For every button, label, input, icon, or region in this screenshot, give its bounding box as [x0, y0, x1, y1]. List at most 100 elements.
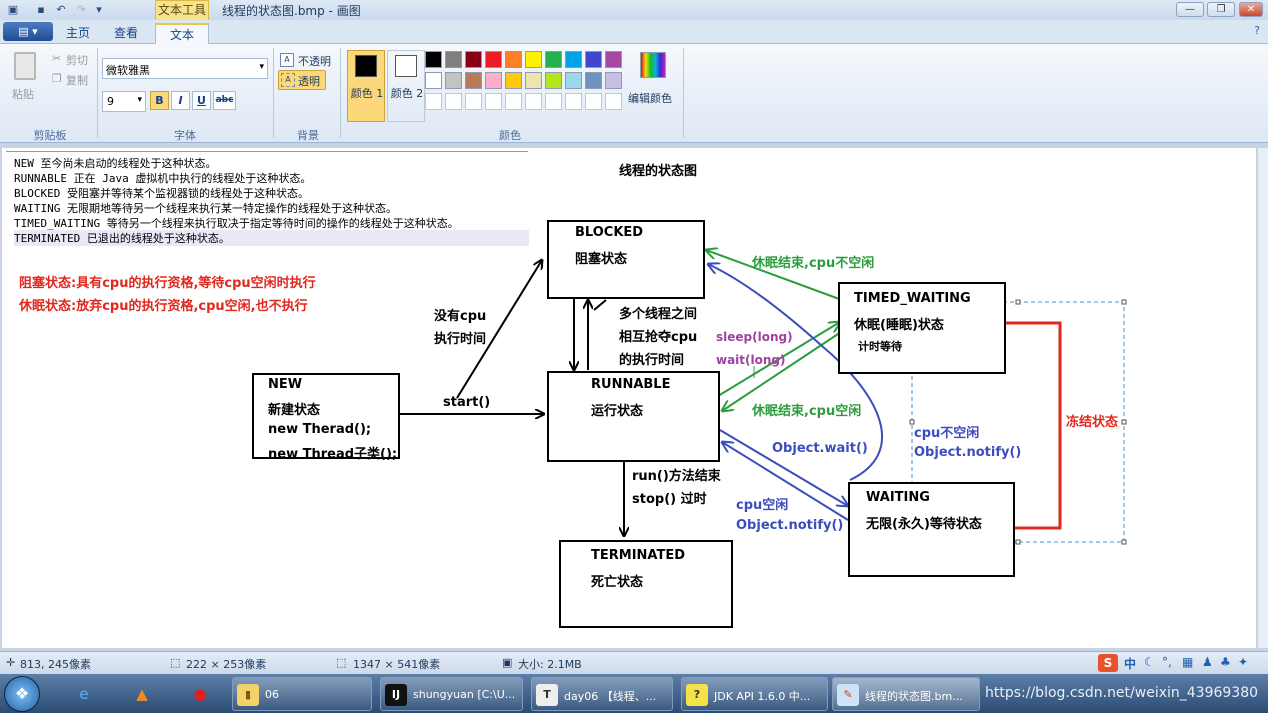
strikethrough-button[interactable]: abc — [213, 91, 236, 110]
palette-color[interactable] — [485, 93, 502, 110]
start-button[interactable]: ❖ — [4, 676, 40, 712]
palette-color[interactable] — [565, 51, 582, 68]
palette-color[interactable] — [565, 72, 582, 89]
palette-color[interactable] — [465, 93, 482, 110]
help-icon[interactable]: ? — [1250, 24, 1264, 38]
tab-text[interactable]: 文本 — [155, 23, 209, 44]
opaque-label: 不透明 — [298, 55, 331, 68]
copy-button[interactable]: 复制 — [66, 72, 88, 88]
status-bar: ✛ 813, 245像素 ⬚ 222 × 253像素 ⬚ 1347 × 541像… — [0, 651, 1268, 674]
tools-icon: ✦ — [1238, 655, 1249, 669]
palette-color[interactable] — [445, 51, 462, 68]
text-tools-context-tab: 文本工具 — [155, 0, 209, 20]
palette-color[interactable] — [545, 93, 562, 110]
record-icon[interactable]: ● — [178, 678, 222, 710]
palette-color[interactable] — [485, 72, 502, 89]
selection-handle — [1015, 539, 1021, 545]
palette-color[interactable] — [545, 72, 562, 89]
transparent-button[interactable]: A 透明 — [278, 70, 326, 90]
image-canvas[interactable]: NEW 至今尚未启动的线程处于这种状态。 RUNNABLE 正在 Java 虚拟… — [2, 148, 1256, 648]
palette-color[interactable] — [525, 93, 542, 110]
cursor-position: 813, 245像素 — [20, 658, 91, 671]
canvas-area: NEW 至今尚未启动的线程处于这种状态。 RUNNABLE 正在 Java 虚拟… — [0, 143, 1268, 651]
help-doc-icon: ? — [686, 684, 708, 706]
palette-color[interactable] — [525, 51, 542, 68]
bold-button[interactable]: B — [150, 91, 169, 110]
paste-button[interactable]: 粘贴 — [8, 50, 42, 110]
color-palette — [425, 51, 630, 113]
maximize-button[interactable]: ❐ — [1207, 2, 1235, 17]
task-label: 06 — [265, 688, 279, 701]
task-typora[interactable]: T day06 【线程、... — [531, 677, 673, 711]
palette-color[interactable] — [505, 72, 522, 89]
palette-color[interactable] — [565, 93, 582, 110]
selection-handle — [1015, 299, 1021, 305]
state-runnable-box: RUNNABLE 运行状态 — [547, 371, 720, 462]
palette-color[interactable] — [445, 72, 462, 89]
undo-icon[interactable]: ↶ — [54, 3, 68, 17]
label-wait-long: wait(long) — [716, 353, 786, 367]
tab-view[interactable]: 查看 — [104, 23, 148, 44]
font-family-select[interactable]: 微软雅黑 ▾ — [102, 58, 268, 79]
edit-colors-button[interactable]: 编辑颜色 — [628, 50, 676, 110]
redo-icon[interactable]: ↷ — [74, 3, 88, 17]
vlc-icon[interactable]: ▲ — [120, 678, 164, 710]
task-intellij[interactable]: IJ shungyuan [C:\U... — [380, 677, 523, 711]
color2-button[interactable]: 颜色 2 — [387, 50, 425, 122]
paint-icon: ✎ — [837, 684, 859, 706]
state-new-desc: 新建状态 — [268, 403, 321, 418]
palette-color[interactable] — [425, 51, 442, 68]
rainbow-palette-icon — [640, 52, 666, 78]
ribbon-panel: 粘贴 ✂ 剪切 ❐ 复制 剪贴板 微软雅黑 ▾ 9 ▾ B I U abc 字体… — [0, 44, 1268, 143]
state-blocked-desc: 阻塞状态 — [575, 252, 628, 267]
ie-icon[interactable]: e — [62, 678, 106, 710]
task-label: 线程的状态图.bm... — [865, 690, 963, 703]
task-paint[interactable]: ✎ 线程的状态图.bm... — [832, 677, 980, 711]
paint-menu-button[interactable]: ▤ ▾ — [3, 22, 53, 41]
palette-color[interactable] — [465, 72, 482, 89]
label-cpu-free: cpu空闲 — [736, 498, 789, 513]
state-runnable-name: RUNNABLE — [591, 377, 671, 392]
palette-color[interactable] — [445, 93, 462, 110]
palette-color[interactable] — [605, 93, 622, 110]
palette-color[interactable] — [505, 51, 522, 68]
state-timed-waiting-box: TIMED_WAITING 休眠(睡眠)状态 计时等待 — [838, 282, 1006, 374]
palette-color[interactable] — [545, 51, 562, 68]
palette-color[interactable] — [505, 93, 522, 110]
palette-color[interactable] — [585, 93, 602, 110]
state-waiting-box: WAITING 无限(永久)等待状态 — [848, 482, 1015, 577]
save-icon[interactable]: ▪ — [34, 3, 48, 17]
palette-color[interactable] — [425, 72, 442, 89]
close-button[interactable]: ✕ — [1239, 2, 1263, 17]
paste-icon — [14, 52, 36, 80]
vertical-scrollbar[interactable] — [1257, 148, 1268, 648]
palette-color[interactable] — [585, 51, 602, 68]
palette-color[interactable] — [465, 51, 482, 68]
selection-handle — [1121, 299, 1127, 305]
font-size-select[interactable]: 9 ▾ — [102, 91, 146, 112]
ime-toolbar[interactable]: S 中 ☾ °, ▦ ♟ ♣ ✦ — [1096, 653, 1266, 673]
state-new-box: NEW 新建状态 new Therad(); new Thread子类(); — [252, 373, 400, 462]
disk-icon: ▣ — [502, 656, 513, 669]
opaque-button[interactable]: A 不透明 — [280, 52, 336, 70]
state-new-code2: new Thread子类(); — [268, 447, 398, 462]
palette-color[interactable] — [485, 51, 502, 68]
tab-home[interactable]: 主页 — [56, 23, 100, 44]
cut-button[interactable]: 剪切 — [66, 52, 88, 68]
palette-color[interactable] — [425, 93, 442, 110]
task-jdk-api[interactable]: ? JDK API 1.6.0 中... — [681, 677, 828, 711]
customize-quick-access-icon[interactable]: ▾ — [92, 3, 106, 17]
italic-button[interactable]: I — [171, 91, 190, 110]
palette-color[interactable] — [525, 72, 542, 89]
palette-color[interactable] — [605, 72, 622, 89]
palette-color[interactable] — [605, 51, 622, 68]
label-compete-3: 的执行时间 — [619, 353, 685, 368]
minimize-button[interactable]: — — [1176, 2, 1204, 17]
palette-color[interactable] — [585, 72, 602, 89]
color1-button[interactable]: 颜色 1 — [347, 50, 385, 122]
file-size: 大小: 2.1MB — [518, 658, 582, 671]
state-timed-waiting-name: TIMED_WAITING — [854, 291, 971, 306]
underline-button[interactable]: U — [192, 91, 211, 110]
paint-app-icon[interactable]: ▣ — [6, 3, 20, 17]
task-folder[interactable]: ▮ 06 — [232, 677, 372, 711]
